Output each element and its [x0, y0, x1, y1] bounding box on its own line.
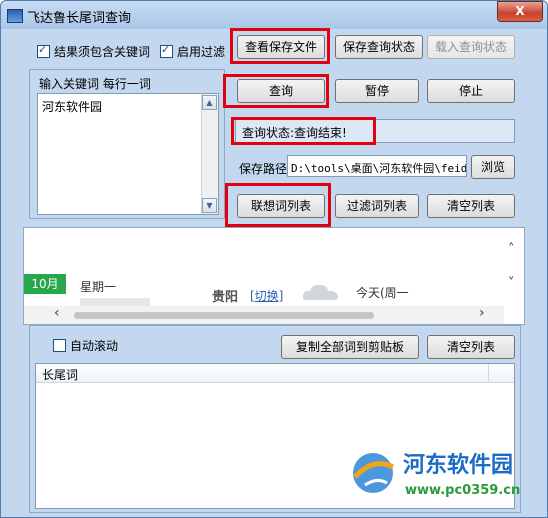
- filtered-words-button[interactable]: 过滤词列表: [335, 194, 419, 218]
- scroll-up-icon[interactable]: ˄: [508, 242, 515, 257]
- lunar-date: [80, 298, 150, 306]
- save-path-input[interactable]: D:\tools\桌面\河东软件园\feid: [287, 155, 467, 177]
- scroll-up-icon[interactable]: ▲: [202, 95, 217, 110]
- save-query-state-button[interactable]: 保存查询状态: [335, 35, 423, 59]
- today-text: 今天(周一: [356, 286, 409, 300]
- must-contain-label: 结果须包含关键词: [54, 45, 151, 59]
- checkbox-checked-icon: [160, 43, 173, 58]
- city-switch-link[interactable]: [切换]: [250, 287, 283, 304]
- keyword-input-label: 输入关键词 每行一词: [39, 77, 151, 91]
- app-window: 飞达鲁长尾词查询 X 结果须包含关键词 启用过滤 查看保存文件 保存查询状态 载…: [0, 0, 548, 518]
- status-text: 查询状态:查询结束!: [242, 126, 347, 140]
- related-words-button[interactable]: 联想词列表: [237, 194, 325, 218]
- keyword-text: 河东软件园: [42, 100, 103, 114]
- hscroll-thumb[interactable]: [74, 312, 374, 319]
- checkbox-unchecked-icon: [53, 339, 66, 352]
- watermark-url: www.pc0359.cn: [405, 483, 521, 498]
- browse-button[interactable]: 浏览: [471, 155, 515, 179]
- keyword-input[interactable]: 河东软件园 ▲ ▼: [37, 93, 219, 215]
- month-badge: 10月: [24, 274, 66, 294]
- save-path-value: D:\tools\桌面\河东软件园\feid: [291, 162, 467, 175]
- city-text: 贵阳: [212, 290, 239, 305]
- column-header-longtail[interactable]: 长尾词: [36, 364, 489, 382]
- app-icon: [7, 9, 23, 23]
- weekday-text: 星期一: [80, 280, 117, 294]
- pause-button[interactable]: 暂停: [335, 79, 419, 103]
- save-path-label: 保存路径: [239, 162, 288, 176]
- results-header: 长尾词: [36, 364, 514, 383]
- view-saved-file-button[interactable]: 查看保存文件: [237, 35, 325, 59]
- clear-list-bottom-button[interactable]: 清空列表: [427, 335, 515, 359]
- enable-filter-checkbox[interactable]: 启用过滤: [160, 43, 225, 60]
- weather-cloud-icon: [300, 280, 342, 302]
- clear-list-top-button[interactable]: 清空列表: [427, 194, 515, 218]
- web-view[interactable]: 10月 星期一 贵阳 [切换] 今天(周一 ˄ ˅ ‹ ›: [23, 227, 525, 325]
- scroll-left-icon[interactable]: ‹: [54, 305, 60, 321]
- watermark-logo-icon: [347, 447, 399, 499]
- watermark-name: 河东软件园: [403, 453, 514, 478]
- column-header-label: 长尾词: [42, 368, 79, 382]
- auto-scroll-label: 自动滚动: [70, 339, 119, 353]
- auto-scroll-checkbox[interactable]: 自动滚动: [53, 337, 118, 354]
- web-hscroll[interactable]: ‹ ›: [24, 305, 504, 324]
- close-button[interactable]: X: [497, 1, 543, 22]
- web-vscroll[interactable]: ˄ ˅: [506, 236, 522, 306]
- must-contain-checkbox[interactable]: 结果须包含关键词: [37, 43, 150, 60]
- status-field: 查询状态:查询结束!: [235, 119, 515, 143]
- scroll-down-icon[interactable]: ˅: [508, 276, 515, 291]
- enable-filter-label: 启用过滤: [177, 45, 226, 59]
- title-bar[interactable]: 飞达鲁长尾词查询 X: [1, 1, 547, 29]
- stop-button[interactable]: 停止: [427, 79, 515, 103]
- checkbox-checked-icon: [37, 43, 50, 58]
- scroll-down-icon[interactable]: ▼: [202, 198, 217, 213]
- copy-all-button[interactable]: 复制全部词到剪贴板: [281, 335, 419, 359]
- load-query-state-button[interactable]: 载入查询状态: [427, 35, 515, 59]
- keyword-scrollbar[interactable]: ▲ ▼: [201, 94, 218, 214]
- scroll-right-icon[interactable]: ›: [479, 305, 485, 321]
- window-title: 飞达鲁长尾词查询: [27, 11, 132, 26]
- query-button[interactable]: 查询: [237, 79, 325, 103]
